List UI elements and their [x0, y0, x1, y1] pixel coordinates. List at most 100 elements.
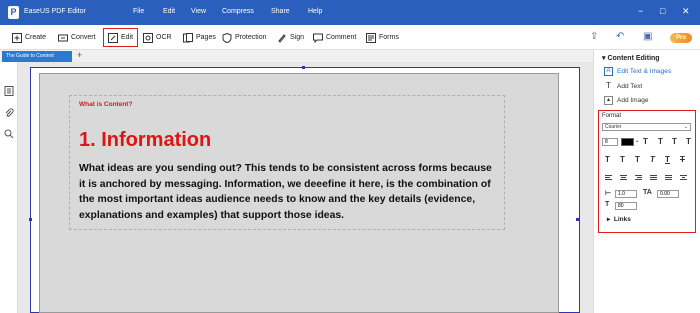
char-spacing-icon: TA: [643, 189, 652, 196]
edit-text-icon: A: [604, 67, 613, 76]
font-family-value: Courier: [605, 124, 622, 130]
forms-label: Forms: [379, 34, 399, 41]
content-editing-header[interactable]: ▾ Content Editing: [602, 54, 660, 62]
add-image-icon: ▴: [604, 96, 613, 105]
pages-button[interactable]: Pages: [183, 30, 216, 45]
document-tab-strip: The Guide to Content +: [0, 50, 593, 62]
menu-share[interactable]: Share: [271, 8, 290, 15]
scale-icon: T: [605, 201, 610, 208]
add-text-label: Add Text: [617, 83, 643, 90]
page-content: What is Content? 1. Information What ide…: [39, 73, 559, 313]
close-icon[interactable]: ✕: [682, 6, 690, 17]
menu-file[interactable]: File: [133, 8, 144, 15]
align-center-icon[interactable]: [620, 175, 627, 181]
pro-badge[interactable]: Pro: [670, 33, 692, 43]
content-editing-label: Content Editing: [607, 55, 660, 62]
font-color-picker[interactable]: [621, 138, 634, 146]
minimize-icon[interactable]: −: [638, 6, 643, 16]
edit-text-images-option[interactable]: A Edit Text & Images: [604, 67, 671, 76]
forms-icon: [366, 32, 376, 43]
align-right-icon[interactable]: [635, 175, 642, 181]
convert-icon: [58, 33, 68, 43]
comment-label: Comment: [326, 34, 357, 41]
format-panel: Format Courier ⌄ 8 ⌄ T T T T T T T T T T …: [598, 110, 696, 233]
menu-edit[interactable]: Edit: [163, 8, 175, 15]
resize-handle-left[interactable]: [29, 218, 32, 221]
bold-icon[interactable]: T: [635, 155, 640, 164]
ocr-icon: [143, 32, 153, 43]
protection-label: Protection: [235, 34, 267, 41]
edit-button[interactable]: Edit: [103, 28, 139, 47]
protection-button[interactable]: Protection: [222, 30, 267, 45]
subscript-icon[interactable]: T: [620, 155, 625, 164]
underline-icon[interactable]: T: [665, 155, 670, 164]
app-title: EaseUS PDF Editor: [24, 8, 86, 15]
vertical-align-icon[interactable]: [680, 175, 687, 181]
pages-label: Pages: [196, 34, 216, 41]
chevron-down-icon: ⌄: [683, 124, 688, 130]
left-sidebar: [0, 62, 18, 313]
comment-button[interactable]: Comment: [313, 30, 356, 45]
search-icon[interactable]: [4, 129, 14, 139]
italic-icon[interactable]: T: [650, 155, 655, 164]
add-image-label: Add Image: [617, 97, 649, 104]
links-label: Links: [613, 216, 631, 223]
color-dropdown-icon[interactable]: ⌄: [635, 138, 639, 144]
maximize-icon[interactable]: □: [660, 6, 665, 16]
main-toolbar: Create Convert Edit OCR Pages Protection…: [0, 25, 700, 50]
line-spacing-input[interactable]: 1.0: [615, 190, 637, 198]
document-tab[interactable]: The Guide to Content: [2, 51, 72, 62]
menu-help[interactable]: Help: [308, 8, 322, 15]
body-paragraph[interactable]: What ideas are you sending out? This ten…: [79, 161, 499, 223]
title-bar: P EaseUS PDF Editor File Edit View Compr…: [0, 0, 700, 25]
page-heading[interactable]: 1. Information: [79, 129, 211, 152]
create-label: Create: [25, 34, 47, 41]
add-tab-button[interactable]: +: [77, 50, 82, 60]
sign-label: Sign: [290, 34, 305, 41]
add-text-option[interactable]: T Add Text: [604, 82, 642, 91]
align-justify-icon[interactable]: [650, 175, 657, 181]
menu-compress[interactable]: Compress: [222, 8, 254, 15]
strike-t-icon[interactable]: T: [686, 137, 691, 146]
share-arrow-icon[interactable]: ⇪: [590, 31, 598, 42]
resize-handle-top[interactable]: [302, 66, 305, 69]
edit-pencil-icon: [108, 32, 118, 43]
format-label: Format: [602, 113, 622, 119]
links-section[interactable]: ▸ Links: [607, 215, 631, 223]
font-size-select[interactable]: 8: [602, 138, 618, 146]
underline-t-icon[interactable]: T: [672, 137, 677, 146]
section-label[interactable]: What is Content?: [79, 101, 132, 108]
pages-icon: [183, 32, 193, 43]
distribute-icon[interactable]: [665, 175, 672, 181]
comment-icon: [313, 33, 323, 43]
menu-view[interactable]: View: [191, 8, 206, 15]
resize-handle-right[interactable]: [576, 218, 579, 221]
ocr-button[interactable]: OCR: [143, 30, 172, 45]
edit-text-images-label: Edit Text & Images: [617, 68, 672, 75]
add-text-icon: T: [606, 81, 611, 90]
document-canvas: What is Content? 1. Information What ide…: [18, 62, 593, 313]
convert-button[interactable]: Convert: [58, 30, 96, 45]
right-panel: ▾ Content Editing A Edit Text & Images T…: [593, 50, 700, 313]
thumbnails-icon[interactable]: [4, 86, 14, 96]
align-left-icon[interactable]: [605, 175, 612, 181]
add-image-option[interactable]: ▴ Add Image: [604, 96, 648, 105]
bold-t-icon[interactable]: T: [643, 137, 648, 146]
forms-button[interactable]: Forms: [366, 30, 399, 45]
font-family-select[interactable]: Courier ⌄: [602, 123, 691, 131]
app-logo-icon: P: [8, 6, 19, 19]
plus-square-icon: [12, 32, 22, 43]
attachment-icon[interactable]: [4, 108, 14, 118]
sign-button[interactable]: Sign: [277, 30, 304, 45]
save-icon[interactable]: ▣: [643, 31, 652, 42]
line-spacing-icon: ⊢: [605, 190, 612, 197]
ocr-label: OCR: [156, 34, 172, 41]
superscript-icon[interactable]: T: [605, 155, 610, 164]
undo-icon[interactable]: ↶: [616, 31, 624, 42]
scale-input[interactable]: 80: [615, 202, 637, 210]
char-spacing-input[interactable]: 0.00: [657, 190, 679, 198]
strikethrough-icon[interactable]: T: [680, 155, 685, 164]
convert-label: Convert: [71, 34, 96, 41]
text-t-icon[interactable]: T: [658, 137, 663, 146]
create-button[interactable]: Create: [12, 30, 46, 45]
